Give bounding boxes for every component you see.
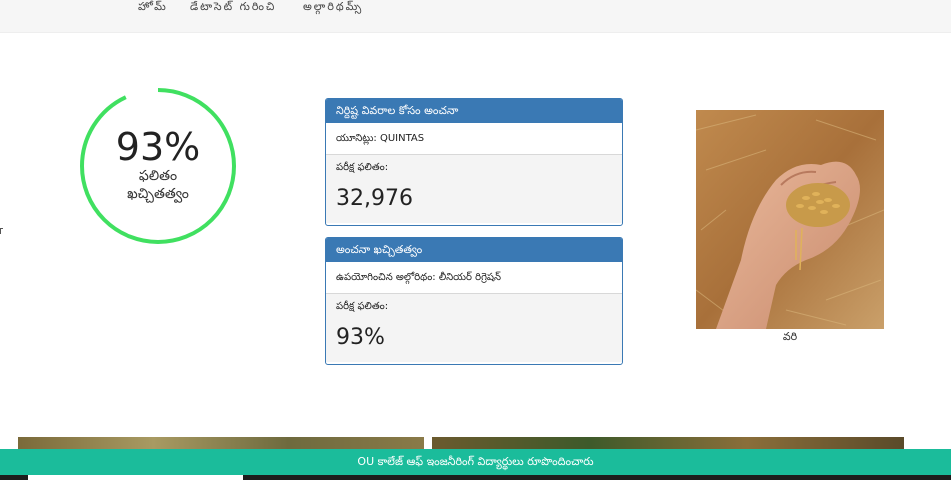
prediction-panel-header: నిర్దిష్ట వివరాల కోసం అంచనా	[326, 99, 622, 123]
nav-home[interactable]: హోమ్	[138, 0, 168, 16]
accuracy-result-value: 93%	[336, 325, 385, 350]
top-nav: హోమ్ డేటాసెట్ గురించి అల్గారిథమ్స్	[0, 0, 951, 33]
prediction-panel: నిర్దిష్ట వివరాల కోసం అంచనా యూనిట్లు: QU…	[325, 98, 623, 226]
nav-algorithms[interactable]: అల్గారిథమ్స్	[303, 0, 363, 16]
gauge-percentage: 93%	[115, 125, 201, 169]
accuracy-panel: అంచనా ఖచ్చితత్వం ఉపయోగించిన అల్గోరిథం: ల…	[325, 237, 623, 365]
accuracy-result: పరీక్ష ఫలితం: 93%	[326, 294, 622, 362]
prediction-result: పరీక్ష ఫలితం: 32,976	[326, 155, 622, 223]
units-line: యూనిట్లు: QUINTAS	[326, 123, 622, 155]
algorithm-line: ఉపయోగించిన అల్గోరిథం: లీనియర్ రిగ్రెషన్	[326, 262, 622, 294]
footer: OU కాలేజ్ ఆఫ్ ఇంజనీరింగ్ విద్యార్థులు రూ…	[0, 449, 951, 475]
accuracy-result-label: పరీక్ష ఫలితం:	[336, 301, 389, 312]
accuracy-gauge: 93% ఫలితం ఖచ్చితత్వం	[77, 85, 239, 247]
prediction-result-label: పరీక్ష ఫలితం:	[336, 162, 389, 173]
paddy-photo	[696, 110, 884, 329]
stray-mark	[0, 228, 3, 234]
footer-bottom-bar	[0, 475, 951, 480]
prediction-result-value: 32,976	[336, 186, 413, 211]
gauge-label-line2: ఖచ్చితత్వం	[127, 186, 189, 202]
photo-caption: వరి	[782, 330, 798, 343]
gauge-label: ఫలితం ఖచ్చితత్వం	[77, 167, 239, 203]
accuracy-panel-header: అంచనా ఖచ్చితత్వం	[326, 238, 622, 262]
nav-about-dataset[interactable]: డేటాసెట్ గురించి	[190, 0, 276, 16]
gauge-label-line1: ఫలితం	[138, 168, 178, 184]
